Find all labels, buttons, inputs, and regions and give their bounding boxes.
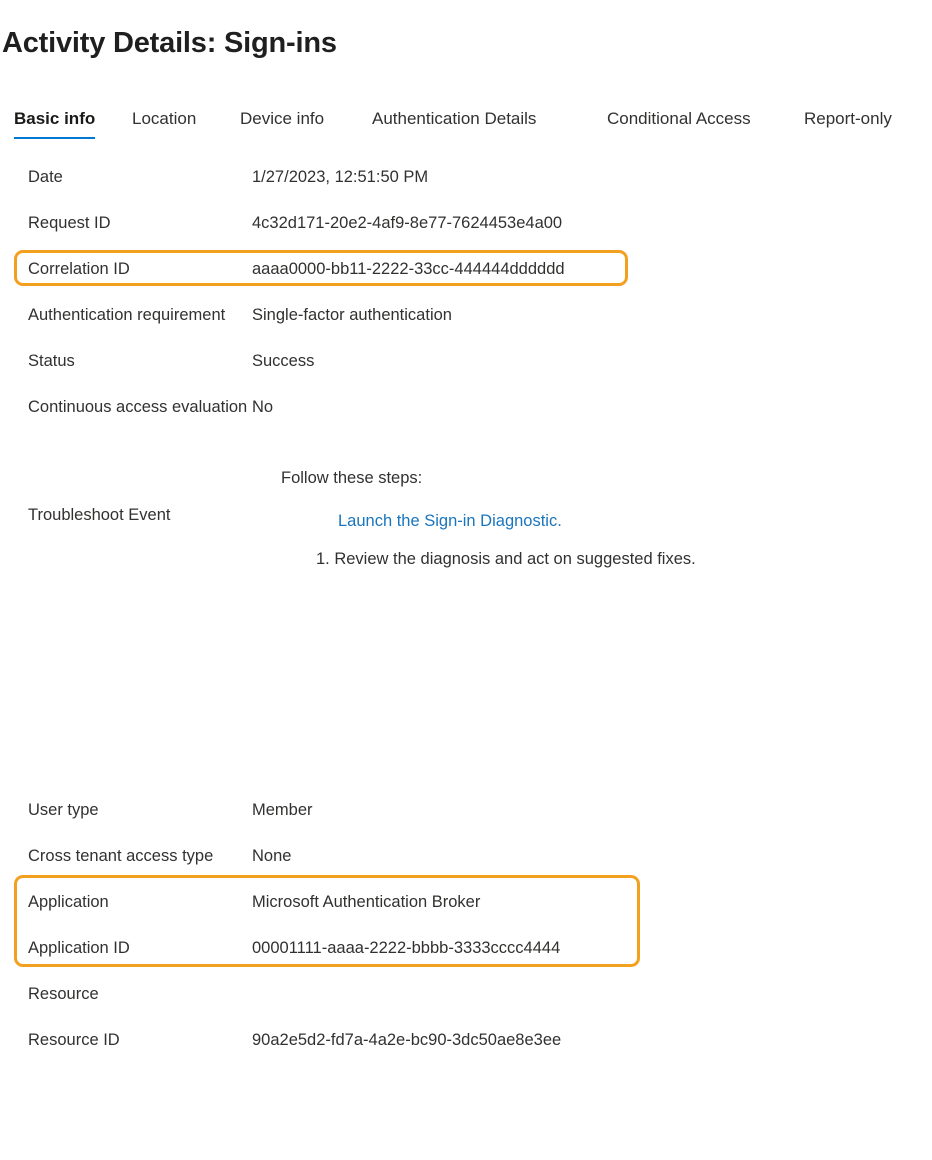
detail-label-continuous-access-evaluation: Continuous access evaluation: [0, 398, 252, 417]
launch-sign-in-diagnostic-link[interactable]: Launch the Sign-in Diagnostic.: [338, 512, 562, 531]
detail-row-resource-id: Resource ID90a2e5d2-fd7a-4a2e-bc90-3dc50…: [0, 1029, 900, 1051]
tab-label: Report-only: [804, 109, 892, 128]
detail-row-resource: Resource: [0, 983, 900, 1005]
tab-report-only[interactable]: Report-only: [804, 108, 892, 142]
detail-value-date: 1/27/2023, 12:51:50 PM: [252, 168, 900, 187]
detail-label-status: Status: [0, 352, 252, 371]
detail-label-date: Date: [0, 168, 252, 187]
detail-label-request-id: Request ID: [0, 214, 252, 233]
detail-value-application-id: 00001111-aaaa-2222-bbbb-3333cccc4444: [252, 939, 900, 958]
tab-selected-underline: [14, 137, 95, 139]
detail-label-application: Application: [0, 893, 252, 912]
detail-row-correlation-id: Correlation IDaaaa0000-bb11-2222-33cc-44…: [0, 258, 900, 280]
troubleshoot-event-label: Troubleshoot Event: [28, 506, 170, 525]
tab-label: Conditional Access: [607, 109, 751, 128]
detail-value-application: Microsoft Authentication Broker: [252, 893, 900, 912]
troubleshoot-intro-text: Follow these steps:: [281, 469, 422, 488]
detail-value-resource-id: 90a2e5d2-fd7a-4a2e-bc90-3dc50ae8e3ee: [252, 1031, 900, 1050]
detail-label-resource-id: Resource ID: [0, 1031, 252, 1050]
tab-basic-info[interactable]: Basic info: [14, 108, 95, 142]
tab-label: Location: [132, 109, 196, 128]
detail-value-user-type: Member: [252, 801, 900, 820]
tab-label: Device info: [240, 109, 324, 128]
detail-row-cross-tenant-access-type: Cross tenant access typeNone: [0, 845, 900, 867]
page-title: Activity Details: Sign-ins: [2, 27, 337, 60]
detail-row-status: StatusSuccess: [0, 350, 900, 372]
detail-value-continuous-access-evaluation: No: [252, 398, 900, 417]
detail-row-request-id: Request ID4c32d171-20e2-4af9-8e77-762445…: [0, 212, 900, 234]
detail-value-status: Success: [252, 352, 900, 371]
detail-row-user-type: User typeMember: [0, 799, 900, 821]
tab-label: Basic info: [14, 109, 95, 128]
detail-label-application-id: Application ID: [0, 939, 252, 958]
tab-location[interactable]: Location: [132, 108, 196, 142]
detail-row-authentication-requirement: Authentication requirementSingle-factor …: [0, 304, 900, 326]
detail-value-correlation-id: aaaa0000-bb11-2222-33cc-444444dddddd: [252, 260, 900, 279]
detail-row-application: ApplicationMicrosoft Authentication Brok…: [0, 891, 900, 913]
detail-label-user-type: User type: [0, 801, 252, 820]
detail-label-authentication-requirement: Authentication requirement: [0, 306, 252, 325]
tab-device-info[interactable]: Device info: [240, 108, 324, 142]
detail-row-continuous-access-evaluation: Continuous access evaluationNo: [0, 396, 900, 418]
tab-label: Authentication Details: [372, 109, 536, 128]
detail-value-request-id: 4c32d171-20e2-4af9-8e77-7624453e4a00: [252, 214, 900, 233]
troubleshoot-step-1: 1. Review the diagnosis and act on sugge…: [316, 550, 696, 569]
tab-authentication-details[interactable]: Authentication Details: [372, 108, 536, 142]
detail-row-application-id: Application ID00001111-aaaa-2222-bbbb-33…: [0, 937, 900, 959]
detail-label-cross-tenant-access-type: Cross tenant access type: [0, 847, 252, 866]
detail-row-date: Date1/27/2023, 12:51:50 PM: [0, 166, 900, 188]
tab-conditional-access[interactable]: Conditional Access: [607, 108, 751, 142]
detail-value-authentication-requirement: Single-factor authentication: [252, 306, 900, 325]
detail-value-cross-tenant-access-type: None: [252, 847, 900, 866]
detail-label-resource: Resource: [0, 985, 252, 1004]
tab-strip: Basic info Location Device info Authenticat…: [14, 108, 918, 146]
detail-label-correlation-id: Correlation ID: [0, 260, 252, 279]
